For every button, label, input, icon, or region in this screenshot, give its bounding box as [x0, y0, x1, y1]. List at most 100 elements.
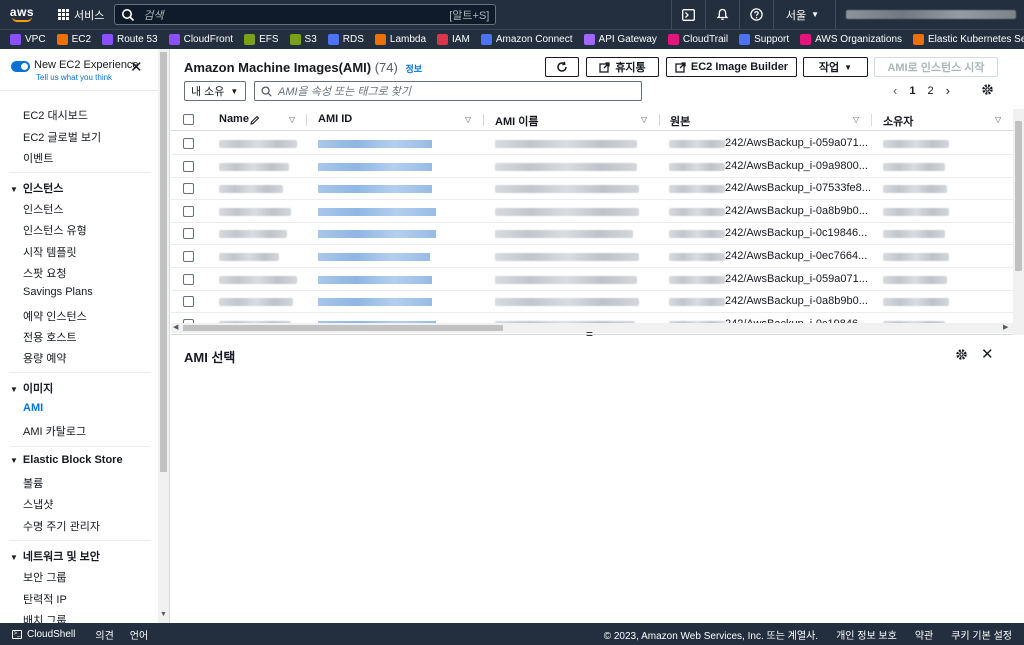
sidebar-item[interactable]: AMI: [23, 402, 43, 414]
prev-page-icon[interactable]: ‹: [893, 83, 897, 98]
help-button[interactable]: [738, 0, 773, 29]
table-scroll-thumb[interactable]: [1015, 121, 1022, 271]
sidebar-item[interactable]: 배치 그룹: [23, 612, 67, 623]
sidebar-section-header[interactable]: ▼ Elastic Block Store: [10, 454, 123, 466]
favorite-route-53[interactable]: Route 53: [102, 34, 158, 45]
footer-language-link[interactable]: 언어: [130, 627, 148, 642]
row-checkbox[interactable]: [183, 160, 194, 172]
sidebar-item[interactable]: 이벤트: [23, 150, 53, 166]
sidebar-item[interactable]: 볼륨: [23, 475, 43, 491]
sidebar-item[interactable]: 스냅샷: [23, 496, 53, 512]
scroll-left-icon[interactable]: ◀: [173, 323, 178, 331]
sort-caret-icon[interactable]: ▽: [995, 115, 1001, 124]
table-row[interactable]: 242/AwsBackup_i-07533fe8...: [171, 177, 1013, 201]
favorite-s3[interactable]: S3: [289, 34, 317, 45]
sidebar-item[interactable]: 수명 주기 관리자: [23, 518, 100, 534]
recycle-bin-button[interactable]: 휴지통: [586, 57, 659, 77]
new-experience-toggle[interactable]: [11, 61, 30, 72]
table-row[interactable]: 242/AwsBackup_i-059a071...: [171, 268, 1013, 291]
row-checkbox[interactable]: [183, 183, 194, 195]
row-checkbox[interactable]: [183, 205, 194, 217]
refresh-button[interactable]: [545, 57, 579, 77]
footer-terms-link[interactable]: 약관: [915, 627, 933, 642]
info-link[interactable]: 정보: [405, 64, 422, 74]
col-source[interactable]: 원본: [670, 113, 690, 129]
table-row[interactable]: 242/AwsBackup_i-0a8b9b0...: [171, 200, 1013, 223]
sidebar-item[interactable]: 보안 그룹: [23, 569, 67, 585]
launch-instance-button[interactable]: AMI로 인스턴스 시작: [874, 57, 998, 77]
row-checkbox[interactable]: [183, 251, 194, 262]
services-menu-button[interactable]: 서비스: [44, 0, 114, 29]
footer-privacy-link[interactable]: 개인 정보 보호: [836, 627, 897, 642]
sidebar-item[interactable]: AMI 카탈로그: [23, 423, 86, 439]
favorite-rds[interactable]: RDS: [327, 34, 364, 45]
close-panel-icon[interactable]: ✕: [981, 345, 994, 363]
sidebar-item[interactable]: EC2 대시보드: [23, 107, 88, 123]
page-1[interactable]: 1: [909, 85, 915, 97]
row-checkbox[interactable]: [183, 138, 194, 149]
actions-dropdown-button[interactable]: 작업 ▼: [803, 57, 868, 77]
sidebar-item[interactable]: 탄력적 IP: [23, 591, 67, 607]
region-selector[interactable]: 서울 ▼: [772, 0, 836, 29]
sort-caret-icon[interactable]: ▽: [641, 115, 647, 124]
favorite-lambda[interactable]: Lambda: [374, 34, 426, 45]
sidebar-item[interactable]: 시작 템플릿: [23, 244, 77, 260]
favorite-iam[interactable]: IAM: [437, 34, 470, 45]
next-page-icon[interactable]: ›: [946, 83, 950, 98]
sidebar-scrollbar[interactable]: ▼: [158, 49, 169, 623]
sidebar-item[interactable]: 용량 예약: [23, 350, 67, 366]
sidebar-item[interactable]: 인스턴스: [23, 201, 63, 217]
global-search-input[interactable]: 검색 [알트+S]: [114, 4, 497, 25]
sidebar-item[interactable]: 스팟 요청: [23, 265, 67, 281]
favorite-api-gateway[interactable]: API Gateway: [583, 34, 657, 45]
notifications-button[interactable]: [704, 0, 739, 29]
edit-pencil-icon[interactable]: [250, 115, 260, 125]
sidebar-item[interactable]: 예약 인스턴스: [23, 308, 87, 324]
image-builder-button[interactable]: EC2 Image Builder: [666, 57, 797, 77]
sidebar-scroll-thumb[interactable]: [160, 52, 167, 472]
settings-gear-icon[interactable]: [981, 83, 994, 96]
owner-filter-select[interactable]: 내 소유 ▼: [184, 81, 246, 101]
favorite-ec2[interactable]: EC2: [56, 34, 91, 45]
favorite-support[interactable]: Support: [739, 34, 789, 45]
split-panel-divider[interactable]: =: [171, 327, 1013, 341]
favorite-vpc[interactable]: VPC: [10, 34, 46, 45]
sidebar-item[interactable]: 인스턴스 유형: [23, 222, 87, 238]
favorite-efs[interactable]: EFS: [244, 34, 279, 45]
sidebar-item[interactable]: 전용 호스트: [23, 329, 77, 345]
sort-caret-icon[interactable]: ▽: [289, 115, 295, 124]
table-scrollbar[interactable]: [1013, 109, 1024, 335]
col-ami-id[interactable]: AMI ID: [318, 113, 352, 125]
scroll-right-icon[interactable]: ▶: [1003, 323, 1008, 331]
page-2[interactable]: 2: [927, 85, 933, 97]
table-row[interactable]: 242/AwsBackup_i-0ec7664...: [171, 245, 1013, 268]
sidebar-item[interactable]: Savings Plans: [23, 286, 93, 298]
split-panel-handle[interactable]: =: [586, 327, 593, 341]
footer-feedback-link[interactable]: 의견: [95, 627, 113, 642]
sidebar-section-header[interactable]: ▼ 네트워크 및 보안: [10, 548, 100, 564]
table-row[interactable]: 242/AwsBackup_i-09a9800...: [171, 155, 1013, 178]
sidebar-item[interactable]: EC2 글로벌 보기: [23, 129, 101, 145]
feedback-link[interactable]: Tell us what you think: [36, 73, 112, 82]
favorite-cloudtrail[interactable]: CloudTrail: [667, 34, 728, 45]
footer-cloudshell-button[interactable]: >_ CloudShell: [0, 629, 75, 640]
col-owner[interactable]: 소유자: [883, 113, 913, 129]
ami-search-input[interactable]: AMI을 속성 또는 태그로 찾기: [254, 81, 642, 101]
table-row[interactable]: 242/AwsBackup_i-0a8b9b0...: [171, 290, 1013, 314]
favorite-amazon-connect[interactable]: Amazon Connect: [480, 34, 573, 45]
favorite-cloudfront[interactable]: CloudFront: [168, 34, 233, 45]
panel-settings-gear-icon[interactable]: [955, 348, 968, 361]
row-checkbox[interactable]: [183, 296, 194, 308]
col-ami-name[interactable]: AMI 이름: [495, 113, 538, 129]
select-all-checkbox[interactable]: [183, 114, 194, 125]
footer-cookies-link[interactable]: 쿠키 기본 설정: [951, 627, 1012, 642]
sort-caret-icon[interactable]: ▽: [465, 115, 471, 124]
scroll-down-icon[interactable]: ▼: [160, 611, 167, 618]
sidebar-section-header[interactable]: ▼ 이미지: [10, 380, 53, 396]
sidebar-section-header[interactable]: ▼ 인스턴스: [10, 180, 63, 196]
table-row[interactable]: 242/AwsBackup_i-0c19846...: [171, 222, 1013, 246]
cloudshell-button[interactable]: [670, 0, 705, 29]
favorite-aws-organizations[interactable]: AWS Organizations: [800, 34, 902, 45]
sort-caret-icon[interactable]: ▽: [853, 115, 859, 124]
horizontal-scroll-thumb[interactable]: [183, 325, 503, 331]
